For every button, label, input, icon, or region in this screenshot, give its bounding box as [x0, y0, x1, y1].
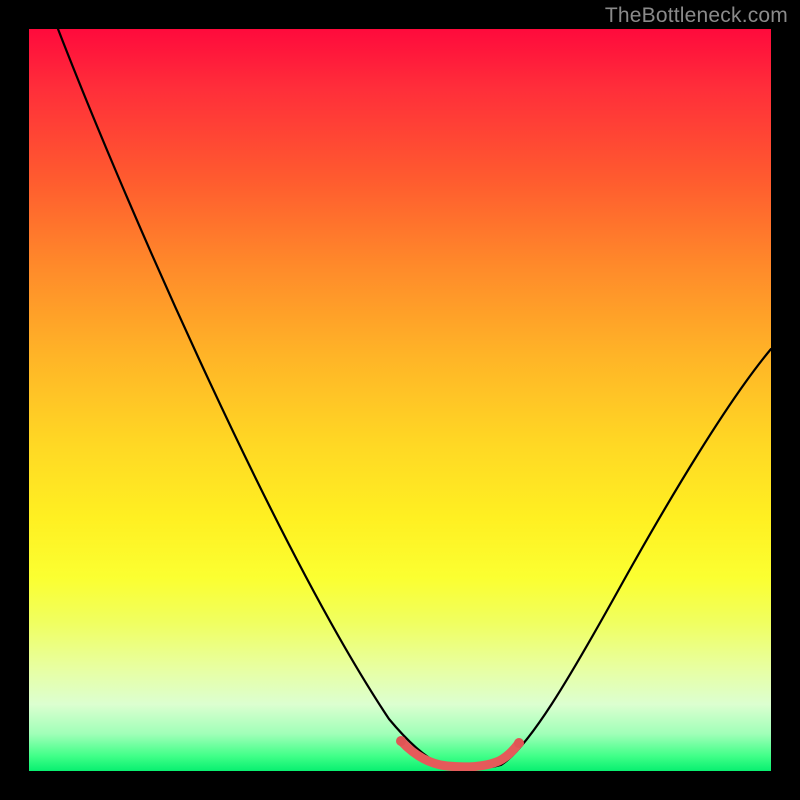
watermark-text: TheBottleneck.com [605, 4, 788, 28]
plot-area [29, 29, 771, 771]
chart-frame: TheBottleneck.com [0, 0, 800, 800]
main-curve [58, 29, 771, 768]
bead-left-icon [396, 736, 406, 746]
valley-highlight [401, 741, 519, 767]
curve-layer [29, 29, 771, 771]
bead-right-icon [514, 738, 524, 748]
